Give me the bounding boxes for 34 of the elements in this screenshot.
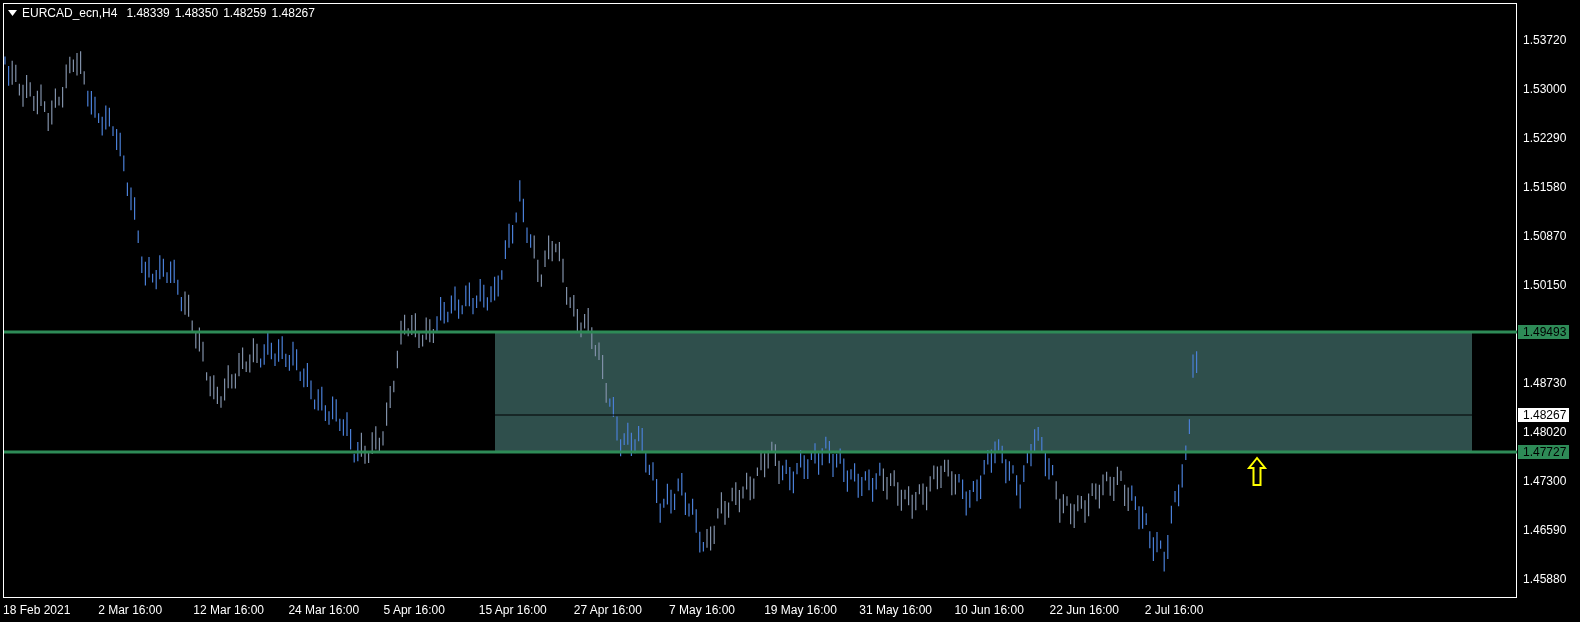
up-arrow-icon [1246, 456, 1268, 486]
price-label: 1.47300 [1523, 474, 1567, 488]
date-label: 15 Apr 16:00 [478, 603, 548, 617]
dropdown-triangle-icon[interactable] [8, 10, 17, 16]
quote-value: 1.48339 [126, 6, 170, 20]
price-label: 1.53000 [1523, 82, 1567, 96]
level-price-label: 1.49493 [1518, 325, 1570, 339]
date-label: 27 Apr 16:00 [573, 603, 643, 617]
date-label: 31 May 16:00 [859, 603, 933, 617]
price-label: 1.53720 [1523, 33, 1567, 47]
date-label: 24 Mar 16:00 [288, 603, 361, 617]
level-price-label: 1.47727 [1518, 445, 1570, 459]
price-label: 1.48730 [1523, 376, 1567, 390]
date-label: 2 Mar 16:00 [98, 603, 164, 617]
price-label: 1.51580 [1523, 180, 1567, 194]
quote-value: 1.48259 [223, 6, 267, 20]
price-label: 1.46590 [1523, 523, 1567, 537]
price-label: 1.48020 [1523, 425, 1567, 439]
price-label: 1.50870 [1523, 229, 1567, 243]
symbol-label: EURCAD_ecn,H4 [22, 6, 118, 20]
date-label: 10 Jun 16:00 [954, 603, 1025, 617]
date-label: 12 Mar 16:00 [193, 603, 265, 617]
price-label: 1.45880 [1523, 572, 1567, 586]
date-label: 5 Apr 16:00 [383, 603, 446, 617]
quote-value: 1.48350 [174, 6, 219, 20]
date-label: 7 May 16:00 [669, 603, 737, 617]
quote-value: 1.48267 [271, 6, 315, 20]
date-label: 19 May 16:00 [764, 603, 838, 617]
date-label: 2 Jul 16:00 [1144, 603, 1205, 617]
price-label: 1.50150 [1523, 278, 1567, 292]
current-price-label: 1.48267 [1518, 408, 1570, 422]
date-label: 22 Jun 16:00 [1049, 603, 1120, 617]
price-label: 1.52290 [1523, 131, 1567, 145]
date-label: 18 Feb 2021 [3, 603, 72, 617]
